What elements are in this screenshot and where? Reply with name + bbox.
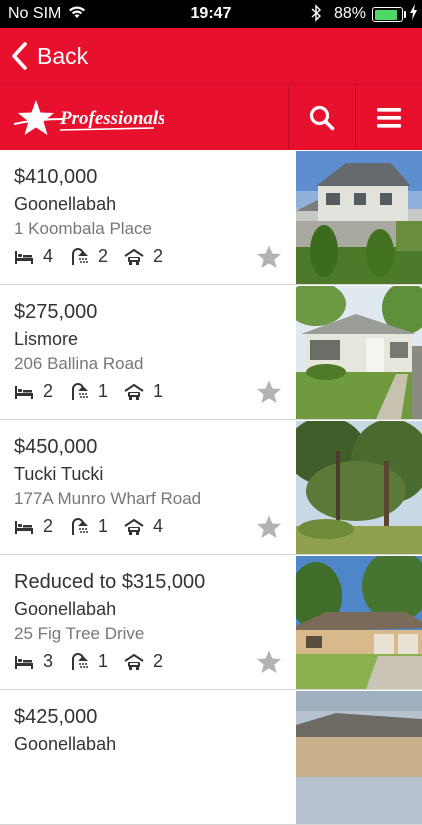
listing-suburb: Goonellabah <box>14 734 117 754</box>
bed-icon <box>15 385 33 399</box>
back-button[interactable]: Back <box>10 38 88 74</box>
brand-header: Professionals <box>0 84 422 150</box>
listing-info: $450,000 Tucki Tucki 177A Munro Wharf Ro… <box>14 434 284 511</box>
listing-features: 2 1 1 <box>14 381 179 402</box>
bathroom-count: 1 <box>98 651 109 671</box>
listing-price: Reduced to $315,000 <box>14 571 206 593</box>
bathroom-count: 2 <box>98 246 109 266</box>
property-photo[interactable] <box>296 556 422 689</box>
property-photo[interactable] <box>296 151 422 284</box>
bedroom-count: 3 <box>43 651 54 671</box>
bedrooms: 3 <box>14 651 53 672</box>
bluetooth-icon <box>310 4 322 27</box>
bedroom-count: 2 <box>43 381 54 401</box>
shower-icon <box>72 652 89 670</box>
shower-icon <box>72 247 89 265</box>
bedrooms: 2 <box>14 381 53 402</box>
listing-features: 2 1 4 <box>14 516 179 537</box>
professionals-logo: Professionals <box>14 100 164 135</box>
listing-price: $450,000 <box>14 436 98 458</box>
bedrooms: 4 <box>14 246 53 267</box>
property-list: $410,000 Goonellabah 1 Koombala Place 4 … <box>0 150 422 825</box>
favorite-star-icon[interactable] <box>256 514 282 540</box>
listing-features: 4 2 2 <box>14 246 179 267</box>
property-listing[interactable]: Reduced to $315,000 Goonellabah 25 Fig T… <box>0 555 422 690</box>
hamburger-menu-icon <box>377 108 401 128</box>
battery-icon <box>372 7 403 22</box>
back-label: Back <box>37 42 89 69</box>
favorite-star-icon[interactable] <box>256 379 282 405</box>
listing-price: $275,000 <box>14 301 98 323</box>
search-button[interactable] <box>289 85 355 151</box>
bedroom-count: 4 <box>43 246 54 266</box>
listing-suburb: Tucki Tucki <box>14 464 104 484</box>
property-listing[interactable]: $450,000 Tucki Tucki 177A Munro Wharf Ro… <box>0 420 422 555</box>
listing-address: 177A Munro Wharf Road <box>14 489 202 508</box>
bushland-photo <box>296 421 422 554</box>
shower-icon <box>72 382 89 400</box>
listing-info: Reduced to $315,000 Goonellabah 25 Fig T… <box>14 569 284 646</box>
house-photo <box>296 556 422 689</box>
bathrooms: 1 <box>69 381 108 402</box>
property-listing[interactable]: $275,000 Lismore 206 Ballina Road 2 1 1 <box>0 285 422 420</box>
bathrooms: 2 <box>69 246 108 267</box>
bathrooms: 1 <box>69 651 108 672</box>
navigation-bar: Back <box>0 28 422 84</box>
bedroom-count: 2 <box>43 516 54 536</box>
chevron-left-icon <box>12 42 27 70</box>
property-photo[interactable] <box>296 421 422 554</box>
listing-price: $410,000 <box>14 166 98 188</box>
car-space-count: 4 <box>153 516 164 536</box>
house-photo <box>296 286 422 419</box>
car-spaces: 1 <box>124 381 163 402</box>
status-bar: No SIM 19:47 88% <box>0 0 422 28</box>
menu-button[interactable] <box>356 85 422 151</box>
listing-features: 3 1 2 <box>14 651 179 672</box>
property-listing[interactable]: $410,000 Goonellabah 1 Koombala Place 4 … <box>0 150 422 285</box>
listing-info: $425,000 Goonellabah <box>14 704 284 756</box>
listing-info: $410,000 Goonellabah 1 Koombala Place <box>14 164 284 241</box>
listing-suburb: Goonellabah <box>14 599 117 619</box>
garage-icon <box>124 383 144 400</box>
battery-tip <box>404 11 406 18</box>
bed-icon <box>15 250 33 264</box>
car-space-count: 2 <box>153 246 164 266</box>
listing-suburb: Goonellabah <box>14 194 117 214</box>
favorite-star-icon[interactable] <box>256 244 282 270</box>
garage-icon <box>124 653 144 670</box>
bathrooms: 1 <box>69 516 108 537</box>
logo-wordmark: Professionals <box>59 108 164 129</box>
search-icon <box>309 105 335 131</box>
car-spaces: 2 <box>124 651 163 672</box>
listing-info: $275,000 Lismore 206 Ballina Road <box>14 299 284 376</box>
car-spaces: 2 <box>124 246 163 267</box>
listing-address: 206 Ballina Road <box>14 354 144 373</box>
property-photo[interactable] <box>296 691 422 824</box>
bed-icon <box>15 655 33 669</box>
car-spaces: 4 <box>124 516 163 537</box>
house-photo <box>296 151 422 284</box>
bathroom-count: 1 <box>98 516 109 536</box>
bed-icon <box>15 520 33 534</box>
bathroom-count: 1 <box>98 381 109 401</box>
favorite-star-icon[interactable] <box>256 649 282 675</box>
listing-address: 1 Koombala Place <box>14 219 152 238</box>
property-photo[interactable] <box>296 286 422 419</box>
car-space-count: 2 <box>153 651 164 671</box>
battery-percent: 88% <box>334 5 367 22</box>
garage-icon <box>124 248 144 265</box>
listing-price: $425,000 <box>14 706 98 728</box>
listing-address: 25 Fig Tree Drive <box>14 624 145 643</box>
listing-suburb: Lismore <box>14 329 79 349</box>
property-listing[interactable]: $425,000 Goonellabah <box>0 690 422 825</box>
shower-icon <box>72 517 89 535</box>
bedrooms: 2 <box>14 516 53 537</box>
house-photo <box>296 691 422 824</box>
car-space-count: 1 <box>153 381 164 401</box>
garage-icon <box>124 518 144 535</box>
charging-icon <box>409 4 418 23</box>
